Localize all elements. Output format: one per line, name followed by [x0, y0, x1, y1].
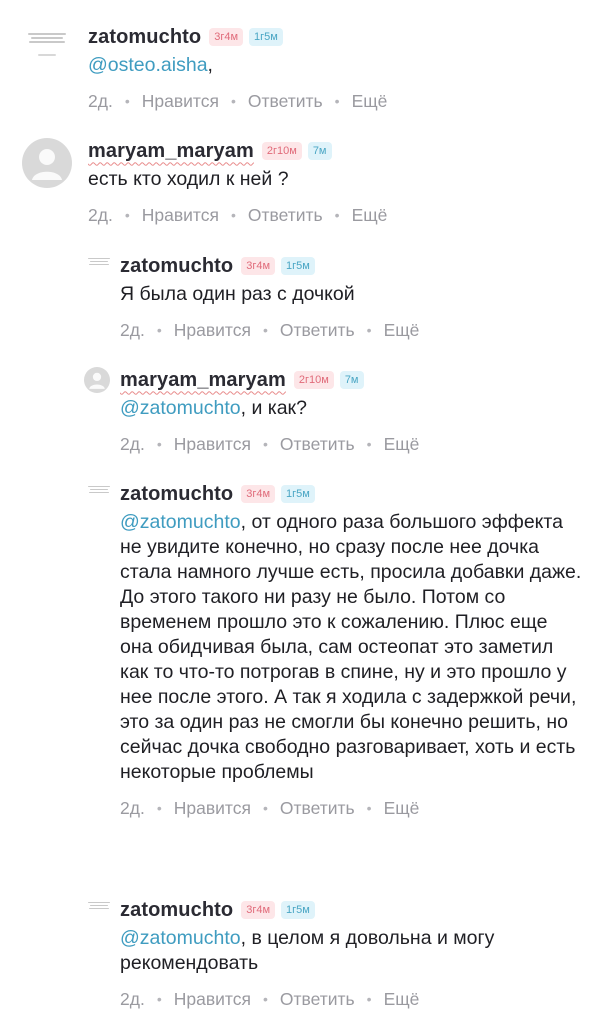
- account-age-badge: 2г10м: [261, 142, 302, 160]
- reply-button[interactable]: Ответить: [280, 989, 355, 1010]
- comment-body: Я была один раз с дочкой: [120, 283, 355, 305]
- activity-badge: 7м: [339, 371, 364, 389]
- separator-dot: •: [262, 436, 268, 452]
- comment-actions: 2д. • Нравится • Ответить • Ещё: [120, 988, 582, 1010]
- comment-text: Я была один раз с дочкой: [120, 282, 582, 307]
- account-age-badge: 3г4м: [209, 28, 244, 46]
- separator-dot: •: [156, 800, 162, 816]
- avatar[interactable]: [86, 255, 112, 277]
- timestamp: 2д.: [120, 319, 145, 340]
- more-button[interactable]: Ещё: [352, 205, 388, 226]
- account-age-badge: 3г4м: [241, 257, 276, 275]
- comment-actions: 2д. • Нравится • Ответить • Ещё: [120, 433, 582, 455]
- comment-text: есть кто ходил к ней ?: [88, 167, 582, 192]
- avatar[interactable]: [86, 483, 112, 505]
- reply-button[interactable]: Ответить: [248, 91, 323, 112]
- more-button[interactable]: Ещё: [384, 320, 420, 341]
- account-age-badge: 3г4м: [241, 901, 276, 919]
- mention-link[interactable]: @zatomuchto: [120, 927, 241, 949]
- like-button[interactable]: Нравится: [174, 320, 251, 341]
- separator-dot: •: [230, 207, 236, 223]
- reply-button[interactable]: Ответить: [248, 205, 323, 226]
- like-button[interactable]: Нравится: [174, 434, 251, 455]
- timestamp: 2д.: [120, 797, 145, 818]
- comment-text: @osteo.aisha,: [88, 53, 582, 78]
- mention-link[interactable]: @osteo.aisha: [88, 54, 208, 76]
- avatar[interactable]: [22, 138, 72, 188]
- activity-badge: 1г5м: [249, 28, 283, 46]
- default-user-icon: [32, 149, 62, 180]
- separator-dot: •: [156, 991, 162, 1007]
- account-age-badge: 2г10м: [293, 371, 334, 389]
- more-button[interactable]: Ещё: [384, 798, 420, 819]
- comment-actions: 2д. • Нравится • Ответить • Ещё: [120, 319, 582, 341]
- comment-text: @zatomuchto, и как?: [120, 396, 582, 421]
- comment-actions: 2д. • Нравится • Ответить • Ещё: [88, 90, 582, 112]
- username[interactable]: maryam_maryam: [120, 369, 286, 392]
- comment-actions: 2д. • Нравится • Ответить • Ещё: [120, 797, 582, 819]
- default-user-icon: [89, 372, 105, 389]
- separator-dot: •: [262, 991, 268, 1007]
- account-age-badge: 3г4м: [241, 485, 276, 503]
- separator-dot: •: [334, 93, 340, 109]
- username[interactable]: zatomuchto: [120, 483, 233, 506]
- separator-dot: •: [156, 322, 162, 338]
- separator-dot: •: [366, 800, 372, 816]
- activity-badge: 1г5м: [281, 257, 315, 275]
- timestamp: 2д.: [88, 204, 113, 225]
- like-button[interactable]: Нравится: [174, 989, 251, 1010]
- reply-button[interactable]: Ответить: [280, 434, 355, 455]
- more-button[interactable]: Ещё: [384, 434, 420, 455]
- comment-actions: 2д. • Нравится • Ответить • Ещё: [88, 204, 582, 226]
- separator-dot: •: [230, 93, 236, 109]
- separator-dot: •: [366, 991, 372, 1007]
- username[interactable]: zatomuchto: [120, 899, 233, 922]
- separator-dot: •: [262, 800, 268, 816]
- activity-badge: 1г5м: [281, 901, 315, 919]
- separator-dot: •: [262, 322, 268, 338]
- username[interactable]: zatomuchto: [88, 26, 201, 49]
- separator-dot: •: [156, 436, 162, 452]
- comment-body: есть кто ходил к ней ?: [88, 168, 289, 190]
- avatar[interactable]: [84, 367, 110, 393]
- like-button[interactable]: Нравится: [174, 798, 251, 819]
- like-button[interactable]: Нравится: [142, 205, 219, 226]
- separator-dot: •: [124, 93, 130, 109]
- mention-link[interactable]: @zatomuchto: [120, 397, 241, 419]
- activity-badge: 1г5м: [281, 485, 315, 503]
- avatar[interactable]: [86, 899, 112, 921]
- more-button[interactable]: Ещё: [384, 989, 420, 1010]
- reply-button[interactable]: Ответить: [280, 798, 355, 819]
- mention-link[interactable]: @zatomuchto: [120, 511, 241, 533]
- comment-body: , и как?: [240, 397, 307, 419]
- timestamp: 2д.: [120, 433, 145, 454]
- separator-dot: •: [124, 207, 130, 223]
- username[interactable]: maryam_maryam: [88, 140, 254, 163]
- more-button[interactable]: Ещё: [352, 91, 388, 112]
- activity-badge: 7м: [307, 142, 332, 160]
- comment-thread: zatomuchto 3г4м 1г5м @osteo.aisha, 2д. •…: [0, 0, 600, 1013]
- like-button[interactable]: Нравится: [142, 91, 219, 112]
- separator-dot: •: [334, 207, 340, 223]
- timestamp: 2д.: [120, 988, 145, 1009]
- comment-text: @zatomuchto, от одного раза большого эфф…: [120, 510, 582, 785]
- avatar[interactable]: [24, 30, 70, 70]
- separator-dot: •: [366, 436, 372, 452]
- separator-dot: •: [366, 322, 372, 338]
- username[interactable]: zatomuchto: [120, 255, 233, 278]
- comment-body: ,: [207, 54, 213, 76]
- comment-text: @zatomuchto, в целом я довольна и могу р…: [120, 926, 582, 976]
- reply-button[interactable]: Ответить: [280, 320, 355, 341]
- timestamp: 2д.: [88, 90, 113, 111]
- comment-body: , от одного раза большого эффекта не уви…: [120, 511, 582, 783]
